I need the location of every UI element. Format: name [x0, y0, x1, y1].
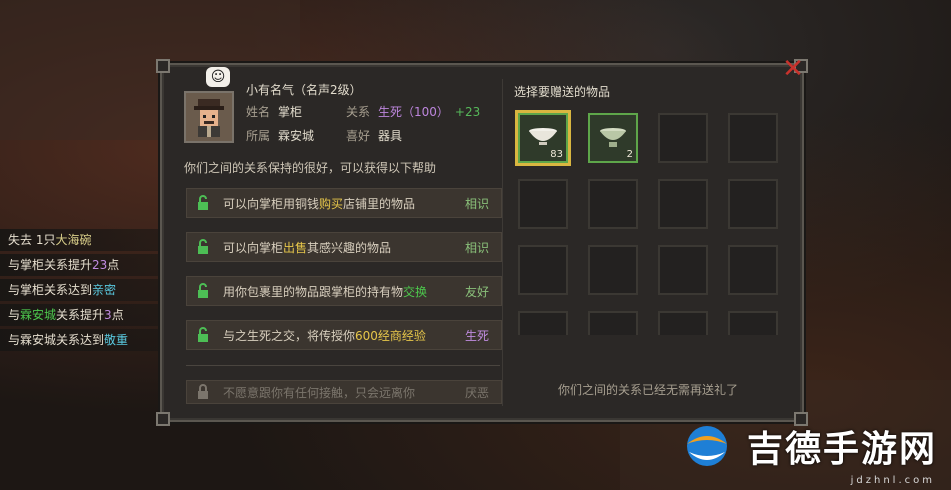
gift-slot-empty[interactable]: [518, 245, 568, 295]
perk-level: 生死: [464, 328, 489, 343]
panel-divider: [502, 79, 503, 406]
perk-level: 相识: [464, 196, 489, 211]
gift-slot-empty[interactable]: [518, 311, 568, 335]
white-porcelain-bowl-icon: [529, 128, 557, 145]
gift-slot-empty[interactable]: [658, 179, 708, 229]
watermark-name: 吉德手游网: [746, 429, 937, 470]
perk-teach: 与之生死之交，将传授你600经商经验 生死: [186, 320, 502, 350]
gift-slot-empty[interactable]: [658, 113, 708, 163]
unlocked-icon: [198, 327, 208, 342]
shopkeeper-portrait-icon: [194, 99, 224, 137]
perk-level: 厌恶: [464, 385, 489, 400]
gift-slot-empty[interactable]: [728, 311, 778, 335]
gift-slot-empty[interactable]: [658, 245, 708, 295]
npc-hobby-row: 喜好 器具: [346, 129, 403, 143]
perk-exchange: 用你包裹里的物品跟掌柜的持有物交换 友好: [186, 276, 502, 306]
perk-separator: [186, 365, 500, 366]
perk-level: 友好: [464, 284, 489, 299]
relation-gain: +23: [454, 105, 481, 119]
npc-name: 掌柜: [278, 105, 303, 119]
gift-slot-empty[interactable]: [658, 311, 708, 335]
gift-slot-empty[interactable]: [588, 179, 638, 229]
fame-level: 小有名气（名声2级）: [246, 83, 362, 97]
npc-relation-row: 关系 生死（100） +23: [346, 105, 481, 119]
celadon-bowl-icon: [600, 128, 626, 147]
unlocked-icon: [198, 195, 208, 210]
grin-emote-icon: ☺: [210, 69, 226, 85]
watermark-logo-icon: [686, 426, 727, 466]
unlocked-icon: [198, 239, 208, 254]
gift-slot-empty[interactable]: [728, 179, 778, 229]
relation-value: 生死（100）: [378, 105, 449, 119]
panel-corner-ornament: [156, 412, 170, 426]
perk-level: 相识: [464, 240, 489, 255]
npc-belong-row: 所属 霖安城: [246, 129, 315, 143]
panel-corner-ornament: [156, 59, 170, 73]
gift-section-title: 选择要赠送的物品: [514, 85, 611, 99]
relation-intro-text: 你们之间的关系保持的很好，可以获得以下帮助: [184, 161, 437, 175]
gift-slot-empty[interactable]: [588, 245, 638, 295]
locked-icon: [198, 384, 208, 399]
item-count: 2: [626, 149, 633, 160]
perk-hate: 不愿意跟你有任何接触，只会远离你 厌恶: [186, 380, 502, 404]
gift-slot-2[interactable]: 2: [588, 113, 638, 163]
npc-name-row: 姓名 掌柜: [246, 105, 303, 119]
speech-bubble: ☺: [206, 67, 230, 87]
watermark-url: jdzhnl.com: [850, 475, 935, 486]
npc-hobby: 器具: [378, 129, 403, 143]
gift-slot-empty[interactable]: [728, 245, 778, 295]
perk-sell: 可以向掌柜出售其感兴趣的物品 相识: [186, 232, 502, 262]
item-count: 83: [550, 149, 563, 160]
unlocked-icon: [198, 283, 208, 298]
no-gift-needed-text: 你们之间的关系已经无需再送礼了: [558, 383, 739, 397]
npc-relation-panel: ☺ 小有名气（名声2级） 姓名 掌柜 关系 生死（100） +23 所属 霖安城 喜好器…: [156, 59, 808, 426]
close-icon[interactable]: ✕: [778, 54, 808, 84]
site-watermark: 吉德手游网: [683, 420, 937, 472]
gift-slot-empty[interactable]: [518, 179, 568, 229]
gift-slot-1[interactable]: 83: [518, 113, 568, 163]
gift-slot-empty[interactable]: [588, 311, 638, 335]
perk-buy: 可以向掌柜用铜钱购买店铺里的物品 相识: [186, 188, 502, 218]
npc-avatar: [184, 91, 234, 143]
npc-belong: 霖安城: [278, 129, 315, 143]
gift-slot-empty[interactable]: [728, 113, 778, 163]
